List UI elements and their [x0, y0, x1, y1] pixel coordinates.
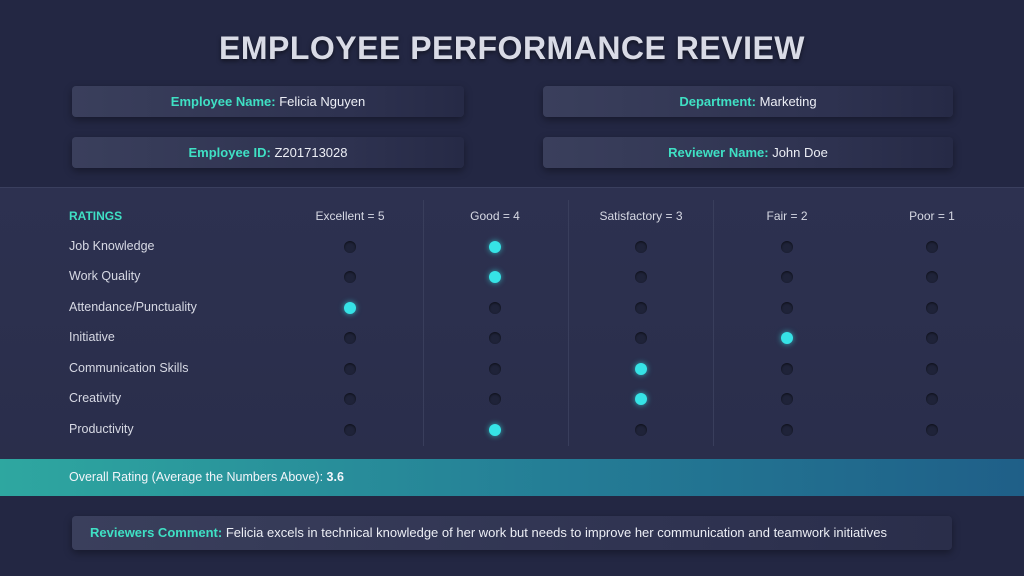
rating-radio[interactable]: [344, 271, 356, 283]
rating-radio-selected[interactable]: [489, 271, 501, 283]
scale-header: Good = 4: [470, 209, 520, 223]
rating-radio[interactable]: [926, 332, 938, 344]
employee-name-value: Felicia Nguyen: [279, 94, 366, 109]
rating-radio[interactable]: [489, 302, 501, 314]
column-divider: [423, 200, 424, 446]
rating-radio-selected[interactable]: [489, 424, 501, 436]
rating-radio-selected[interactable]: [781, 332, 793, 344]
column-divider: [713, 200, 714, 446]
rating-radio[interactable]: [344, 393, 356, 405]
scale-header: Poor = 1: [909, 209, 955, 223]
criterion-label: Communication Skills: [69, 361, 189, 375]
rating-radio[interactable]: [781, 302, 793, 314]
reviewer-name-field: Reviewer Name: John Doe: [543, 137, 953, 168]
criterion-label: Work Quality: [69, 269, 141, 283]
rating-radio[interactable]: [926, 393, 938, 405]
criterion-label: Initiative: [69, 330, 115, 344]
reviewer-comment: Reviewers Comment: Felicia excels in tec…: [72, 516, 952, 550]
rating-radio[interactable]: [926, 271, 938, 283]
rating-radio-selected[interactable]: [635, 393, 647, 405]
rating-radio[interactable]: [781, 271, 793, 283]
rating-radio[interactable]: [781, 424, 793, 436]
reviewer-comment-label: Reviewers Comment:: [90, 525, 223, 540]
rating-radio[interactable]: [344, 241, 356, 253]
column-divider: [568, 200, 569, 446]
rating-radio-selected[interactable]: [635, 363, 647, 375]
employee-id-field: Employee ID: Z201713028: [72, 137, 464, 168]
rating-radio[interactable]: [781, 241, 793, 253]
employee-name-label: Employee Name:: [170, 94, 276, 109]
rating-radio-selected[interactable]: [344, 302, 356, 314]
rating-radio[interactable]: [489, 393, 501, 405]
rating-radio[interactable]: [635, 241, 647, 253]
rating-radio[interactable]: [926, 302, 938, 314]
overall-rating-label: Overall Rating (Average the Numbers Abov…: [69, 470, 324, 484]
overall-rating-bar: Overall Rating (Average the Numbers Abov…: [0, 459, 1024, 496]
rating-radio[interactable]: [489, 363, 501, 375]
criterion-label: Creativity: [69, 391, 122, 405]
reviewer-name-label: Reviewer Name:: [668, 145, 769, 160]
criterion-label: Attendance/Punctuality: [69, 300, 197, 314]
rating-radio-selected[interactable]: [489, 241, 501, 253]
scale-header: Fair = 2: [766, 209, 808, 223]
overall-rating-value: 3.6: [326, 470, 344, 484]
rating-radio[interactable]: [781, 363, 793, 375]
employee-id-value: Z201713028: [274, 145, 348, 160]
criterion-label: Productivity: [69, 422, 134, 436]
department-field: Department: Marketing: [543, 86, 953, 117]
employee-id-label: Employee ID:: [188, 145, 271, 160]
reviewer-comment-text: Felicia excels in technical knowledge of…: [225, 525, 887, 540]
rating-radio[interactable]: [344, 424, 356, 436]
rating-radio[interactable]: [635, 302, 647, 314]
rating-radio[interactable]: [344, 332, 356, 344]
rating-radio[interactable]: [344, 363, 356, 375]
ratings-panel: [0, 187, 1024, 459]
rating-radio[interactable]: [926, 241, 938, 253]
rating-radio[interactable]: [781, 393, 793, 405]
criterion-label: Job Knowledge: [69, 239, 155, 253]
department-value: Marketing: [759, 94, 817, 109]
rating-radio[interactable]: [635, 424, 647, 436]
ratings-header: RATINGS: [69, 209, 123, 223]
employee-name-field: Employee Name: Felicia Nguyen: [72, 86, 464, 117]
scale-header: Excellent = 5: [315, 209, 385, 223]
department-label: Department:: [679, 94, 756, 109]
rating-radio[interactable]: [489, 332, 501, 344]
rating-radio[interactable]: [926, 424, 938, 436]
rating-radio[interactable]: [926, 363, 938, 375]
rating-radio[interactable]: [635, 271, 647, 283]
rating-radio[interactable]: [635, 332, 647, 344]
reviewer-name-value: John Doe: [772, 145, 828, 160]
page-title: EMPLOYEE PERFORMANCE REVIEW: [219, 30, 805, 66]
scale-header: Satisfactory = 3: [599, 209, 683, 223]
